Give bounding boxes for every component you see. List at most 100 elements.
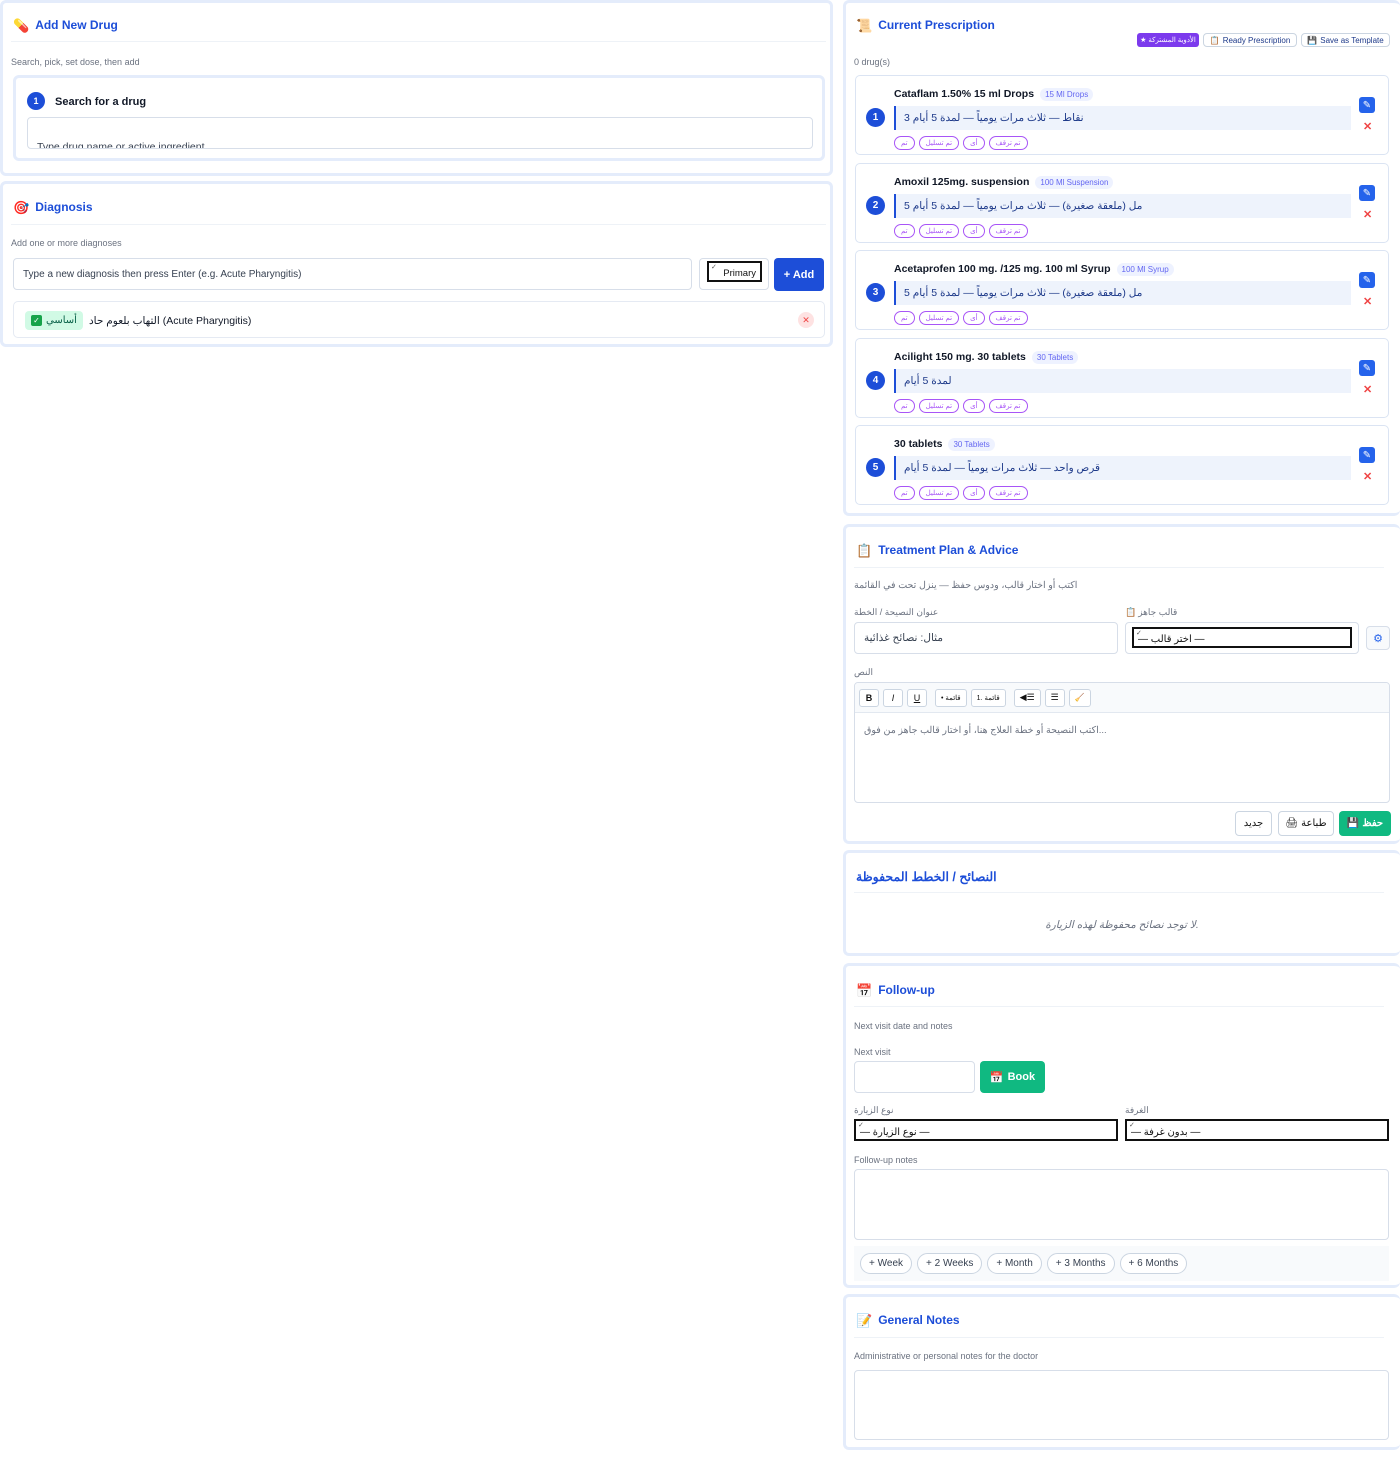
quick-date-buttons: + Week + 2 Weeks + Month + 3 Months + 6 … <box>854 1246 1389 1281</box>
chip-stopped[interactable]: تم ترقف <box>988 311 1028 325</box>
followup-notes-textarea[interactable] <box>854 1169 1389 1240</box>
chip-stopped[interactable]: تم ترقف <box>988 136 1028 150</box>
followup-panel: 📅 Follow-up Next visit date and notes Ne… <box>843 963 1400 1288</box>
clipboard-icon: 📋 <box>1125 607 1137 617</box>
chip-stopped[interactable]: تم ترقف <box>988 224 1028 238</box>
visit-type-select[interactable]: ✓ — نوع الزيارة — <box>854 1119 1118 1141</box>
next-visit-date-input[interactable] <box>854 1061 975 1093</box>
add-month-button[interactable]: + Month <box>987 1253 1042 1274</box>
room-select[interactable]: ✓ — بدون غرفة — <box>1125 1119 1389 1141</box>
advice-title-input[interactable]: مثال: نصائح غذائية <box>854 622 1118 654</box>
drug-instructions: لمدة 5 أيام <box>894 369 1351 393</box>
edit-drug-button[interactable]: ✎ <box>1359 97 1375 113</box>
chip-stopped[interactable]: تم ترقف <box>988 399 1028 413</box>
target-icon: 🎯 <box>13 199 30 215</box>
delete-drug-button[interactable]: ✕ <box>1363 470 1372 483</box>
ready-prescription-button[interactable]: 📋 Ready Prescription <box>1203 33 1297 47</box>
clipboard-icon: 📋 <box>856 542 873 558</box>
rtl-button[interactable]: ◀☰ <box>1013 688 1041 707</box>
bullet-list-button[interactable]: • قائمة <box>935 688 967 707</box>
template-settings-button[interactable]: ⚙ <box>1366 626 1390 650</box>
save-advice-button[interactable]: 💾 حفظ <box>1339 811 1391 836</box>
drug-search-input[interactable]: Type drug name or active ingredient <box>27 117 813 149</box>
followup-subtitle: Next visit date and notes <box>854 1021 953 1031</box>
chip-any[interactable]: أى <box>963 311 985 325</box>
chip-any[interactable]: أى <box>963 136 985 150</box>
advice-title-label: عنوان النصيحة / الخطة <box>854 607 939 617</box>
memo-icon: 📝 <box>856 1312 873 1328</box>
drug-form-badge: 30 Tablets <box>1031 351 1079 364</box>
edit-drug-button[interactable]: ✎ <box>1359 272 1375 288</box>
floppy-icon: 💾 <box>1346 818 1360 829</box>
drug-card-1: 1 Cataflam 1.50% 15 ml Drops 15 Ml Drops … <box>855 75 1389 155</box>
chip-delivered[interactable]: تم تسليل <box>918 399 960 413</box>
diagnosis-type-select[interactable]: ✓ Primary <box>707 261 762 282</box>
chip-done[interactable]: تم <box>894 486 915 500</box>
general-notes-title: 📝 General Notes <box>856 1312 960 1328</box>
chip-done[interactable]: تم <box>894 136 915 150</box>
chip-any[interactable]: أى <box>963 399 985 413</box>
underline-button[interactable]: U <box>907 688 927 707</box>
diagnosis-input[interactable]: Type a new diagnosis then press Enter (e… <box>13 258 692 290</box>
chip-done[interactable]: تم <box>894 399 915 413</box>
add-diagnosis-button[interactable]: + Add <box>774 258 824 291</box>
italic-button[interactable]: I <box>883 688 903 707</box>
select-check-icon: ✓ <box>858 1122 864 1129</box>
step-label: Search for a drug <box>55 96 147 108</box>
add-2-weeks-button[interactable]: + 2 Weeks <box>917 1253 983 1274</box>
edit-drug-button[interactable]: ✎ <box>1359 447 1375 463</box>
drug-instructions: 5 مل (ملعقة صغيرة) — ثلاث مرات يومياً — … <box>894 194 1351 218</box>
diagnosis-type-wrap: ✓ Primary <box>699 258 769 290</box>
chip-delivered[interactable]: تم تسليل <box>918 224 960 238</box>
template-label: 📋 قالب جاهز <box>1125 607 1178 617</box>
add-6-months-button[interactable]: + 6 Months <box>1119 1253 1188 1274</box>
drug-form-badge: 100 Ml Suspension <box>1035 176 1114 189</box>
visit-type-label: نوع الزيارة <box>854 1105 894 1115</box>
chip-stopped[interactable]: تم ترقف <box>988 486 1028 500</box>
save-template-button[interactable]: 💾 Save as Template <box>1301 33 1390 47</box>
calendar-icon: 📅 <box>989 1071 1004 1084</box>
delete-drug-button[interactable]: ✕ <box>1363 295 1372 308</box>
edit-drug-button[interactable]: ✎ <box>1359 360 1375 376</box>
add-3-months-button[interactable]: + 3 Months <box>1046 1253 1115 1274</box>
chip-delivered[interactable]: تم تسليل <box>918 311 960 325</box>
edit-drug-button[interactable]: ✎ <box>1359 185 1375 201</box>
chip-delivered[interactable]: تم تسليل <box>918 136 960 150</box>
shared-drugs-button[interactable]: ★ الأدوية المشتركة <box>1137 33 1199 47</box>
text-label: النص <box>854 667 873 677</box>
chip-done[interactable]: تم <box>894 224 915 238</box>
pill-icon: 💊 <box>13 17 30 33</box>
general-notes-panel: 📝 General Notes Administrative or person… <box>843 1294 1400 1450</box>
floppy-icon: 💾 <box>1307 35 1318 45</box>
diagnosis-subtitle: Add one or more diagnoses <box>11 238 122 248</box>
drug-instructions: 3 نقاط — ثلاث مرات يومياً — لمدة 5 أيام <box>894 106 1351 130</box>
select-check-icon: ✓ <box>711 264 717 271</box>
pencil-icon: ✎ <box>1362 187 1372 199</box>
book-button[interactable]: 📅 Book <box>980 1061 1045 1093</box>
general-notes-textarea[interactable] <box>854 1370 1389 1440</box>
drug-card-3: 3 Acetaprofen 100 mg. /125 mg. 100 ml Sy… <box>855 250 1389 330</box>
template-select[interactable]: ✓ — اختر قالب — <box>1132 627 1352 648</box>
delete-drug-button[interactable]: ✕ <box>1363 208 1372 221</box>
chip-done[interactable]: تم <box>894 311 915 325</box>
print-advice-button[interactable]: 🖨 طباعة <box>1278 811 1334 836</box>
clear-format-button[interactable]: 🧹 <box>1068 688 1091 707</box>
bold-button[interactable]: B <box>859 688 879 707</box>
clipboard-icon: 📋 <box>1209 35 1220 45</box>
align-button[interactable]: ☰ <box>1044 688 1065 707</box>
add-week-button[interactable]: + Week <box>860 1253 912 1274</box>
delete-drug-button[interactable]: ✕ <box>1363 120 1372 133</box>
drug-name: 30 tablets 30 Tablets <box>894 438 995 451</box>
numbered-list-button[interactable]: 1. قائمة <box>970 688 1006 707</box>
chip-any[interactable]: أى <box>963 224 985 238</box>
remove-diagnosis-button[interactable]: ✕ <box>798 312 814 328</box>
new-advice-button[interactable]: جديد <box>1235 811 1272 836</box>
chip-delivered[interactable]: تم تسليل <box>918 486 960 500</box>
delete-drug-button[interactable]: ✕ <box>1363 383 1372 396</box>
editor-body[interactable]: اكتب النصيحة أو خطة العلاج هنا، أو اختار… <box>864 725 1107 736</box>
saved-advice-empty: لا توجد نصائح محفوظة لهذه الزيارة. <box>1045 919 1199 931</box>
pencil-icon: ✎ <box>1362 362 1372 374</box>
drug-instructions: 5 مل (ملعقة صغيرة) — ثلاث مرات يومياً — … <box>894 281 1351 305</box>
treatment-title: 📋 Treatment Plan & Advice <box>856 542 1019 558</box>
chip-any[interactable]: أى <box>963 486 985 500</box>
